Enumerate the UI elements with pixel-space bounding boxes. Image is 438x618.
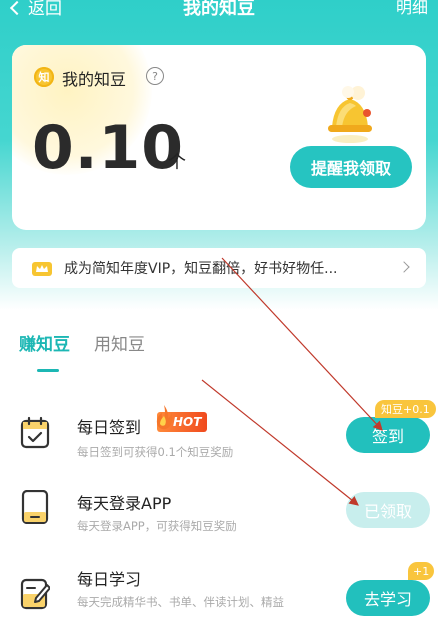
reward-badge: 知豆+0.1	[375, 400, 436, 418]
hot-badge: HOT	[156, 405, 208, 432]
task-name: 每天登录APP	[77, 494, 172, 513]
flame-icon	[156, 405, 173, 430]
balance-card: 知 我的知豆 ? 0.10 个 提醒我领取	[12, 45, 426, 230]
balance-unit: 个	[168, 152, 186, 173]
vip-banner-text: 成为简知年度VIP，知豆翻倍，好书好物任...	[64, 261, 338, 277]
task-name: 每日学习	[77, 570, 142, 589]
study-button[interactable]: 去学习	[346, 580, 430, 616]
task-daily-login: 每天登录APP 每天登录APP，可获得知豆奖励 已领取	[0, 490, 438, 560]
tab-earn[interactable]: 赚知豆	[19, 330, 70, 355]
task-description: 每日签到可获得0.1个知豆奖励	[77, 445, 234, 459]
balance-label: 我的知豆	[62, 70, 127, 89]
vip-banner[interactable]: 成为简知年度VIP，知豆翻倍，好书好物任...	[12, 248, 426, 288]
chevron-right-icon	[398, 261, 410, 273]
tab-active-indicator	[37, 369, 59, 372]
detail-link[interactable]: 明细	[396, 0, 428, 18]
claimed-button[interactable]: 已领取	[346, 492, 430, 528]
crown-icon	[32, 262, 52, 276]
nav-bar: 返回 我的知豆 明细	[0, 0, 438, 24]
remind-me-button[interactable]: 提醒我领取	[290, 146, 412, 188]
edit-note-icon	[20, 578, 50, 610]
balance-amount: 0.10	[32, 113, 185, 183]
checkin-button[interactable]: 签到	[346, 417, 430, 453]
coin-icon: 知	[34, 67, 54, 87]
question-circle-icon[interactable]: ?	[146, 67, 164, 85]
tablet-icon	[21, 490, 49, 524]
page-title: 我的知豆	[183, 0, 255, 19]
task-description: 每天登录APP，可获得知豆奖励	[77, 519, 237, 533]
reward-badge: +1	[408, 562, 435, 580]
task-name: 每日签到	[77, 418, 142, 437]
tab-bar: 赚知豆 用知豆	[19, 330, 145, 355]
tab-use[interactable]: 用知豆	[94, 330, 145, 355]
calendar-check-icon	[20, 416, 50, 449]
task-daily-study: 每日学习 每天完成精华书、书单、伴读计划、精益 去学习 +1	[0, 562, 438, 618]
task-description: 每天完成精华书、书单、伴读计划、精益	[77, 595, 284, 609]
hot-badge-label: HOT	[173, 415, 202, 429]
bell-icon	[328, 86, 372, 143]
task-daily-checkin: 每日签到 HOT 每日签到可获得0.1个知豆奖励 签到 知豆+0.1	[0, 400, 438, 482]
